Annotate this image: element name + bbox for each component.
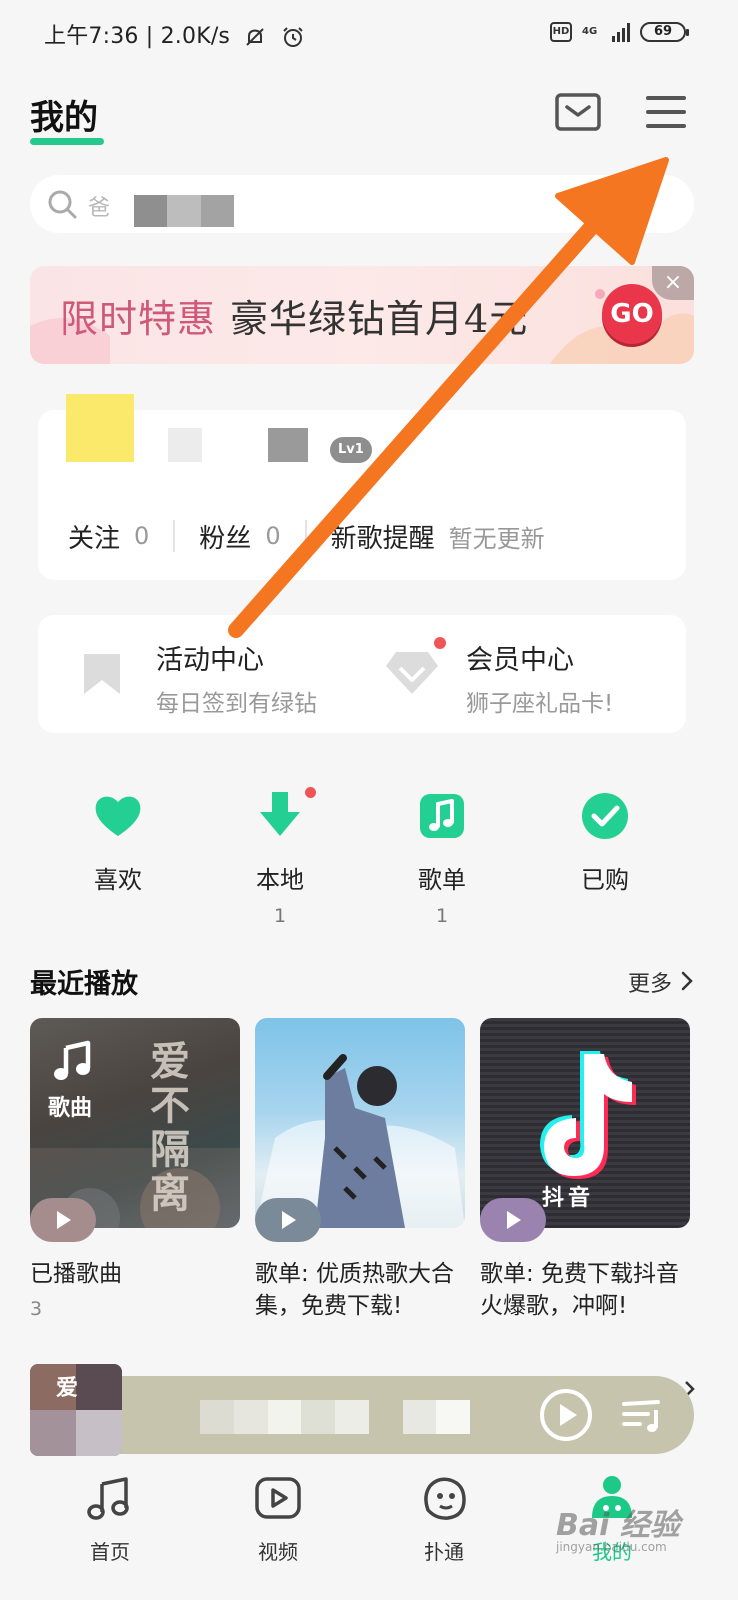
watermark: Bai 经验 bbox=[556, 1508, 680, 1543]
player-song-mosaic bbox=[200, 1400, 470, 1434]
cover-label: 歌曲 bbox=[48, 1096, 93, 1121]
quick-purchased[interactable]: 已购 bbox=[550, 790, 660, 905]
play-button[interactable] bbox=[255, 1198, 321, 1242]
status-left: 上午7:36 | 2.0K/s bbox=[44, 18, 305, 50]
heart-icon bbox=[95, 796, 141, 836]
quick-count: 1 bbox=[435, 905, 449, 927]
recent-item-title: 歌单: 免费下载抖音火爆歌，冲啊! bbox=[480, 1261, 680, 1319]
nav-label: 扑通 bbox=[424, 1540, 464, 1564]
banner-text: 限时特惠 豪华绿钻首月4元 bbox=[60, 288, 528, 343]
play-icon[interactable] bbox=[539, 1388, 593, 1442]
vip-center-title[interactable]: 会员中心 bbox=[466, 638, 574, 677]
mail-icon[interactable] bbox=[555, 93, 601, 131]
check-icon bbox=[582, 793, 628, 839]
quick-label: 本地 bbox=[256, 866, 304, 894]
recent-item-count: 3 bbox=[30, 1298, 43, 1320]
player-cover[interactable]: 爱 bbox=[30, 1364, 122, 1456]
search-text-mosaic bbox=[134, 195, 234, 227]
battery-icon: 69 bbox=[640, 22, 689, 42]
nav-label: 视频 bbox=[258, 1540, 298, 1564]
recent-item-playlist-hot[interactable] bbox=[255, 1018, 465, 1228]
signal-icon bbox=[612, 22, 630, 42]
nav-label: 首页 bbox=[90, 1540, 130, 1564]
play-icon bbox=[57, 1211, 71, 1229]
douyin-text: 抖音 bbox=[542, 1186, 595, 1211]
fans-count: 0 bbox=[265, 522, 281, 550]
fans-label[interactable]: 粉丝 bbox=[199, 518, 251, 555]
notification-dot bbox=[434, 637, 446, 649]
recent-item-title: 已播歌曲 bbox=[30, 1261, 122, 1287]
singer-photo bbox=[255, 1054, 465, 1228]
quick-local[interactable]: 本地 1 bbox=[225, 790, 335, 927]
recent-item-played-songs[interactable]: 爱不隔离 歌曲 bbox=[30, 1018, 240, 1228]
divider bbox=[304, 520, 307, 552]
divider bbox=[173, 520, 176, 552]
quick-label: 喜欢 bbox=[94, 866, 142, 894]
profile-stats: 关注 0 粉丝 0 新歌提醒 暂无更新 bbox=[68, 516, 545, 556]
alarm-icon bbox=[282, 27, 303, 47]
page-title: 我的 bbox=[30, 98, 98, 138]
hd-badge: HD bbox=[550, 22, 572, 42]
status-right: HD 4G 69 bbox=[550, 18, 689, 46]
music-note-icon bbox=[420, 794, 464, 838]
face-icon bbox=[424, 1477, 466, 1520]
recent-title: 最近播放 bbox=[30, 969, 138, 1000]
playlist-icon[interactable] bbox=[620, 1398, 664, 1434]
play-icon bbox=[507, 1211, 521, 1229]
quick-like[interactable]: 喜欢 bbox=[63, 790, 173, 905]
banner-go-button[interactable]: GO bbox=[602, 284, 662, 344]
search-icon bbox=[48, 190, 77, 219]
search-placeholder: 爸 bbox=[88, 196, 111, 221]
status-time-speed: 上午7:36 | 2.0K/s bbox=[44, 24, 231, 49]
activity-center-sub: 每日签到有绿钻 bbox=[156, 691, 317, 717]
status-bar: 上午7:36 | 2.0K/s HD 4G 69 bbox=[0, 0, 738, 64]
menu-icon[interactable] bbox=[646, 93, 686, 131]
username-mosaic-2 bbox=[268, 428, 308, 462]
music-note-icon bbox=[87, 1477, 129, 1520]
video-play-icon bbox=[255, 1477, 301, 1519]
nav-putong[interactable]: 扑通 bbox=[394, 1474, 494, 1565]
follow-label[interactable]: 关注 bbox=[68, 518, 120, 555]
new-song-status: 暂无更新 bbox=[448, 524, 545, 553]
bookmark-icon[interactable] bbox=[82, 652, 122, 696]
username-mosaic bbox=[168, 428, 202, 462]
banner-text-left: 限时特惠 bbox=[60, 297, 217, 341]
more-link[interactable]: 更多 bbox=[628, 966, 672, 998]
new-song-label[interactable]: 新歌提醒 bbox=[331, 518, 435, 555]
play-icon bbox=[282, 1211, 296, 1229]
quick-label: 已购 bbox=[581, 866, 629, 894]
title-underline bbox=[30, 138, 104, 145]
download-icon bbox=[260, 792, 300, 836]
level-badge[interactable]: Lv1 bbox=[330, 437, 372, 463]
play-button[interactable] bbox=[480, 1198, 546, 1242]
vip-center-sub: 狮子座礼品卡! bbox=[466, 691, 614, 717]
cover-art-text: 爱不隔离 bbox=[150, 1038, 190, 1217]
quick-playlist[interactable]: 歌单 1 bbox=[387, 790, 497, 927]
notification-dot bbox=[305, 787, 316, 798]
play-button[interactable] bbox=[30, 1198, 96, 1242]
activity-center-title[interactable]: 活动中心 bbox=[156, 638, 264, 677]
recent-item-title: 歌单: 优质热歌大合集，免费下载! bbox=[255, 1261, 455, 1319]
watermark-sub: jingyan.baidu.com bbox=[556, 1540, 667, 1554]
network-type: 4G bbox=[582, 26, 598, 37]
diamond-icon[interactable] bbox=[384, 650, 440, 696]
quick-label: 歌单 bbox=[418, 866, 466, 894]
search-bar[interactable] bbox=[30, 175, 694, 233]
nav-home[interactable]: 首页 bbox=[60, 1474, 160, 1565]
quick-count: 1 bbox=[273, 905, 287, 927]
follow-count: 0 bbox=[134, 522, 150, 550]
recent-item-playlist-douyin[interactable]: 抖音 bbox=[480, 1018, 690, 1228]
music-note-icon bbox=[54, 1040, 91, 1080]
mute-bell-icon bbox=[246, 28, 265, 46]
avatar[interactable] bbox=[66, 394, 134, 462]
chevron-right-icon[interactable] bbox=[680, 970, 694, 992]
player-cover-text: 爱 bbox=[56, 1376, 79, 1401]
banner-text-right: 豪华绿钻首月4元 bbox=[230, 297, 529, 341]
banner-close-button[interactable]: × bbox=[652, 266, 694, 300]
nav-video[interactable]: 视频 bbox=[228, 1474, 328, 1565]
